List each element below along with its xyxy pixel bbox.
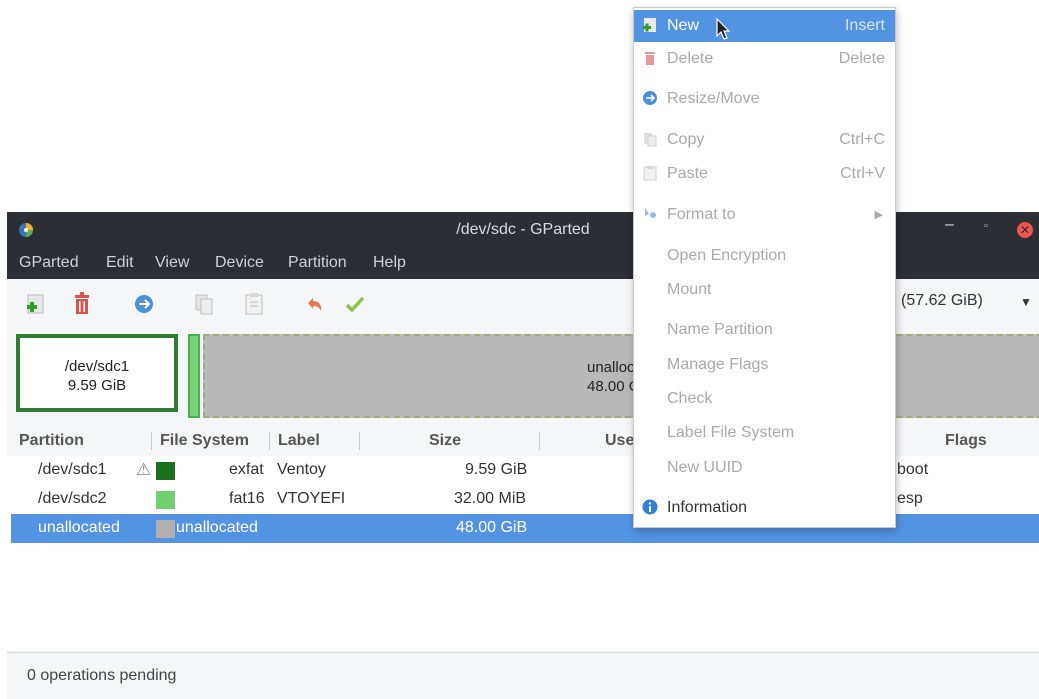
menu-view[interactable]: View bbox=[155, 254, 189, 272]
map-unallocated[interactable]: unalloc 48.00 G bbox=[203, 334, 1039, 418]
submenu-arrow-icon: ▶ bbox=[874, 209, 883, 221]
column-divider[interactable] bbox=[269, 432, 270, 450]
col-flags[interactable]: Flags bbox=[945, 432, 987, 450]
delete-icon[interactable] bbox=[71, 291, 93, 317]
status-bar: 0 operations pending bbox=[7, 652, 1039, 699]
close-button[interactable]: ✕ bbox=[1017, 222, 1033, 238]
menu-item-label: Manage Flags bbox=[667, 356, 769, 373]
resize-move-icon bbox=[643, 91, 657, 105]
col-filesystem[interactable]: File System bbox=[160, 432, 249, 450]
row-partition: /dev/sdc1 bbox=[38, 461, 107, 478]
device-select[interactable]: lc (57.62 GiB) bbox=[885, 292, 983, 310]
row-size: 32.00 MiB bbox=[454, 490, 527, 507]
menu-help[interactable]: Help bbox=[373, 254, 406, 272]
partition-context-menu: New Insert Delete Delete Resize/Move Cop… bbox=[633, 7, 896, 528]
row-flags: esp bbox=[897, 490, 923, 507]
menu-item-new-uuid[interactable]: New UUID bbox=[634, 452, 895, 484]
col-partition[interactable]: Partition bbox=[19, 432, 84, 450]
apply-icon[interactable] bbox=[344, 291, 366, 317]
delete-icon bbox=[645, 52, 655, 65]
copy-icon[interactable] bbox=[193, 291, 215, 317]
menu-item-shortcut: Ctrl+C bbox=[839, 131, 885, 148]
new-partition-icon[interactable] bbox=[25, 291, 47, 317]
col-size[interactable]: Size bbox=[429, 432, 461, 450]
menu-item-shortcut: Insert bbox=[844, 17, 885, 34]
menu-item-label: Name Partition bbox=[667, 321, 773, 338]
menu-item-label: New bbox=[667, 17, 700, 34]
menu-item-label: Paste bbox=[667, 165, 708, 182]
row-filesystem: exfat bbox=[229, 461, 264, 478]
format-icon bbox=[645, 208, 656, 218]
filesystem-color-swatch bbox=[156, 462, 175, 480]
menu-item-shortcut: Delete bbox=[838, 50, 885, 67]
menu-item-label: Information bbox=[667, 499, 748, 516]
row-size: 9.59 GiB bbox=[465, 461, 528, 478]
row-filesystem: fat16 bbox=[229, 490, 265, 507]
filesystem-color-swatch bbox=[156, 491, 175, 509]
column-divider[interactable] bbox=[539, 432, 540, 450]
column-divider[interactable] bbox=[151, 432, 152, 450]
menu-item-information[interactable]: Information bbox=[634, 492, 895, 524]
row-size: 48.00 GiB bbox=[456, 519, 528, 536]
menu-edit[interactable]: Edit bbox=[106, 254, 134, 272]
map-sdc1-name: /dev/sdc1 bbox=[64, 358, 130, 375]
row-partition: unallocated bbox=[38, 519, 120, 536]
menu-item-label-file-system[interactable]: Label File System bbox=[634, 417, 895, 449]
col-used[interactable]: Use bbox=[605, 432, 634, 450]
map-partition-sdc2[interactable] bbox=[188, 334, 200, 418]
paste-icon bbox=[643, 166, 657, 181]
status-text: 0 operations pending bbox=[27, 667, 177, 684]
paste-icon[interactable] bbox=[243, 291, 265, 317]
menu-item-new[interactable]: New Insert bbox=[634, 10, 895, 42]
menu-item-name-partition[interactable]: Name Partition bbox=[634, 314, 895, 346]
menu-item-copy[interactable]: Copy Ctrl+C bbox=[634, 124, 895, 156]
resize-move-icon[interactable] bbox=[133, 291, 155, 317]
menu-item-label: Mount bbox=[667, 281, 712, 298]
menu-item-manage-flags[interactable]: Manage Flags bbox=[634, 349, 895, 381]
menu-item-delete[interactable]: Delete Delete bbox=[634, 43, 895, 75]
menu-item-format-to[interactable]: Format to ▶ bbox=[634, 199, 895, 231]
menu-item-label: Resize/Move bbox=[667, 90, 760, 107]
menu-item-label: New UUID bbox=[667, 459, 743, 476]
undo-icon[interactable] bbox=[303, 291, 325, 317]
menu-gparted[interactable]: GParted bbox=[19, 254, 79, 272]
menu-item-mount[interactable]: Mount bbox=[634, 274, 895, 306]
menu-item-label: Check bbox=[667, 390, 713, 407]
info-icon bbox=[642, 499, 658, 515]
menu-device[interactable]: Device bbox=[215, 254, 264, 272]
menu-item-label: Format to bbox=[667, 206, 736, 223]
menu-item-resize-move[interactable]: Resize/Move bbox=[634, 83, 895, 115]
row-flags: boot bbox=[897, 461, 929, 478]
menu-item-check[interactable]: Check bbox=[634, 383, 895, 415]
map-partition-sdc1[interactable]: /dev/sdc1 9.59 GiB bbox=[16, 334, 178, 412]
menu-item-open-encryption[interactable]: Open Encryption bbox=[634, 240, 895, 272]
minimize-button[interactable]: – bbox=[945, 216, 954, 234]
copy-icon bbox=[644, 133, 657, 147]
warning-icon: ⚠ bbox=[136, 460, 152, 479]
menu-item-label: Delete bbox=[667, 50, 714, 67]
mouse-cursor-icon bbox=[716, 18, 731, 40]
menu-item-paste[interactable]: Paste Ctrl+V bbox=[634, 158, 895, 190]
menu-item-label: Copy bbox=[667, 131, 705, 148]
row-partition: /dev/sdc2 bbox=[38, 490, 107, 507]
chevron-down-icon[interactable]: ▼ bbox=[1020, 295, 1032, 309]
new-partition-icon bbox=[643, 18, 656, 32]
menu-partition[interactable]: Partition bbox=[288, 254, 347, 272]
row-label: VTOYEFI bbox=[277, 490, 346, 507]
map-sdc1-size: 9.59 GiB bbox=[67, 377, 127, 394]
filesystem-color-swatch bbox=[156, 520, 175, 538]
menu-item-label: Label File System bbox=[667, 424, 795, 441]
column-divider[interactable] bbox=[359, 432, 360, 450]
maximize-button[interactable]: ▫ bbox=[984, 220, 988, 232]
menu-item-shortcut: Ctrl+V bbox=[840, 165, 885, 182]
col-label[interactable]: Label bbox=[278, 432, 320, 450]
row-label: Ventoy bbox=[277, 461, 326, 478]
menu-item-label: Open Encryption bbox=[667, 247, 787, 264]
row-filesystem: unallocated bbox=[176, 519, 258, 536]
